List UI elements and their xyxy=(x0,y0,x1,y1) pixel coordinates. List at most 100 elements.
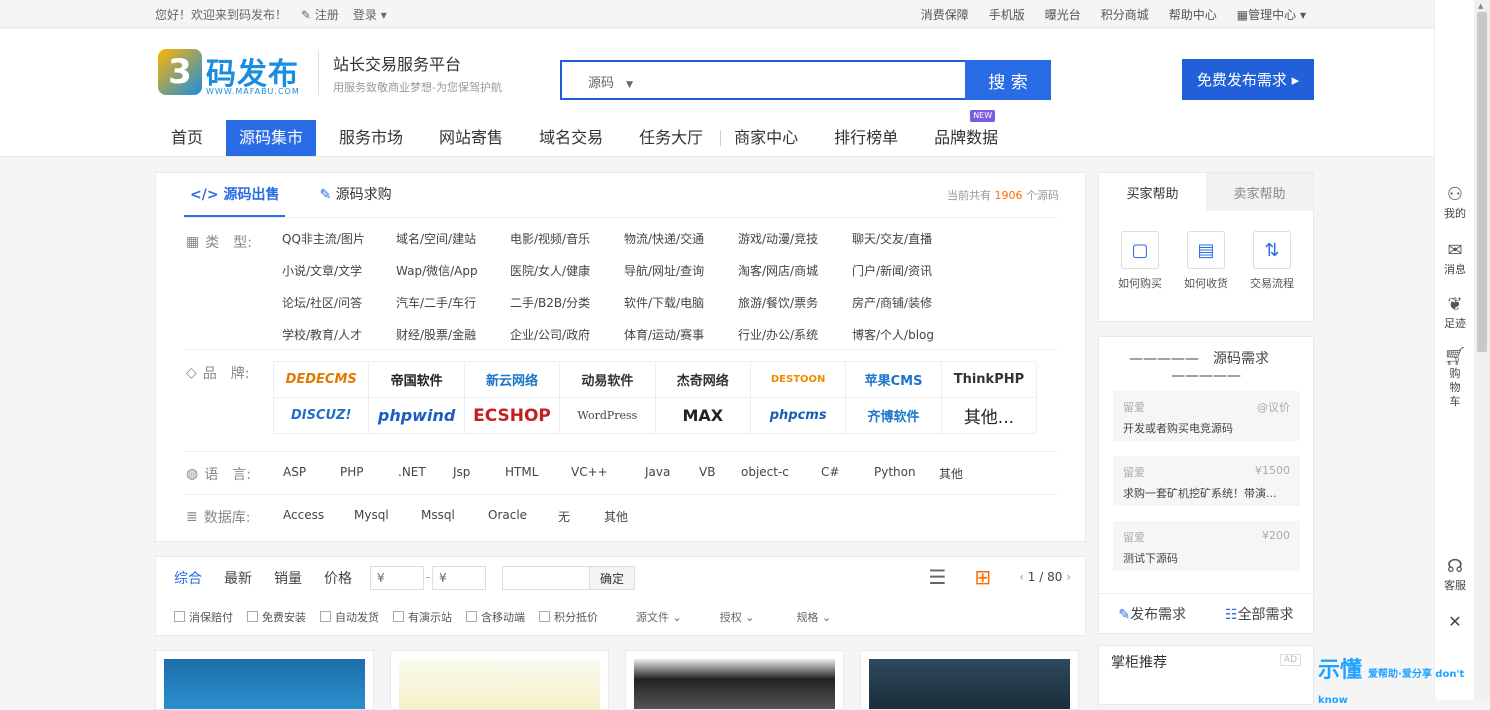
type-option[interactable]: 物流/快递/交通 xyxy=(624,230,738,247)
nav-service-market[interactable]: 服务市场 xyxy=(326,120,416,156)
rail-service[interactable]: ☊ 客服 xyxy=(1435,556,1475,593)
type-option[interactable]: 财经/股票/金融 xyxy=(396,326,510,343)
product-card[interactable] xyxy=(860,650,1079,710)
nav-brand-data[interactable]: 品牌数据 NEW xyxy=(921,110,1011,156)
type-option[interactable]: 游戏/动漫/竞技 xyxy=(738,230,852,247)
type-option[interactable]: 门户/新闻/资讯 xyxy=(852,262,966,279)
type-option[interactable]: 聊天/交友/直播 xyxy=(852,230,966,247)
site-logo[interactable]: 3 码发布 WWW.MAFABU.COM xyxy=(158,49,308,99)
brand-qibo[interactable]: 齐博软件 xyxy=(846,398,942,434)
dropdown-source-file[interactable]: 源文件 ⌄ xyxy=(636,609,682,625)
brand-diguo[interactable]: 帝国软件 xyxy=(369,362,465,398)
type-option[interactable]: 博客/个人/blog xyxy=(852,326,966,343)
topbar-link-mobile[interactable]: 手机版 xyxy=(989,6,1025,23)
lang-option[interactable]: Python xyxy=(874,465,939,482)
topbar-link-guarantee[interactable]: 消费保障 xyxy=(921,6,969,23)
tab-source-sale[interactable]: </> 源码出售 xyxy=(184,173,286,217)
db-option[interactable]: Mysql xyxy=(354,508,421,525)
type-option[interactable]: 学校/教育/人才 xyxy=(282,326,396,343)
nav-domain-trade[interactable]: 域名交易 xyxy=(526,120,616,156)
type-option[interactable]: 电影/视频/音乐 xyxy=(510,230,624,247)
sort-newest[interactable]: 最新 xyxy=(224,568,252,588)
type-option[interactable]: 企业/公司/政府 xyxy=(510,326,624,343)
rail-my[interactable]: ⚇ 我的 xyxy=(1435,184,1475,221)
close-icon[interactable]: ✕ xyxy=(1435,612,1475,631)
nav-home[interactable]: 首页 xyxy=(158,120,216,156)
price-max-input[interactable]: ¥ xyxy=(432,566,486,590)
lang-option[interactable]: HTML xyxy=(505,465,571,482)
type-option[interactable]: 体育/运动/赛事 xyxy=(624,326,738,343)
nav-task-hall[interactable]: 任务大厅 xyxy=(626,120,716,156)
db-option[interactable]: Oracle xyxy=(488,508,558,525)
lang-option[interactable]: VB xyxy=(699,465,741,482)
type-option[interactable]: 论坛/社区/问答 xyxy=(282,294,396,311)
product-thumbnail[interactable] xyxy=(634,659,835,709)
brand-phpwind[interactable]: phpwind xyxy=(369,398,465,434)
type-option[interactable]: 域名/空间/建站 xyxy=(396,230,510,247)
brand-max[interactable]: MAX xyxy=(655,398,751,434)
option-auto-ship[interactable]: 自动发货 xyxy=(320,609,379,625)
type-option[interactable]: 汽车/二手/车行 xyxy=(396,294,510,311)
lang-option[interactable]: Jsp xyxy=(453,465,505,482)
product-thumbnail[interactable] xyxy=(164,659,365,709)
prev-page-icon[interactable]: ‹ xyxy=(1019,570,1024,584)
option-free-install[interactable]: 免费安装 xyxy=(247,609,306,625)
product-thumbnail[interactable] xyxy=(869,659,1070,709)
publish-demand-button[interactable]: 免费发布需求 ▸ xyxy=(1182,59,1314,100)
lang-option[interactable]: 其他 xyxy=(939,465,963,482)
nav-merchant-center[interactable]: 商家中心 xyxy=(721,120,811,156)
search-category-select[interactable]: 源码 ▼ xyxy=(588,72,633,91)
price-confirm-button[interactable]: 确定 xyxy=(589,566,635,590)
brand-dedecms[interactable]: DEDECMS xyxy=(274,362,370,398)
option-points[interactable]: 积分抵价 xyxy=(539,609,598,625)
type-option[interactable]: 淘客/网店/商城 xyxy=(738,262,852,279)
login-link[interactable]: 登录 ▾ xyxy=(353,6,387,23)
publish-demand-link[interactable]: ✎发布需求 xyxy=(1118,604,1186,624)
checkbox[interactable] xyxy=(247,611,258,622)
lang-option[interactable]: VC++ xyxy=(571,465,645,482)
lang-option[interactable]: Java xyxy=(645,465,699,482)
brand-phpcms[interactable]: phpcms xyxy=(750,398,847,434)
list-view-icon[interactable]: ☰ xyxy=(928,565,946,589)
help-trade-flow[interactable]: ⇅ 交易流程 xyxy=(1250,231,1294,291)
demand-item[interactable]: 留爱 ¥1500 求购一套矿机挖矿系统！带演... xyxy=(1113,456,1300,506)
search-button[interactable]: 搜 索 xyxy=(965,60,1051,100)
type-option[interactable]: 房产/商铺/装修 xyxy=(852,294,966,311)
topbar-link-help[interactable]: 帮助中心 xyxy=(1169,6,1217,23)
option-mobile[interactable]: 含移动端 xyxy=(466,609,525,625)
db-option[interactable]: Access xyxy=(283,508,354,525)
type-option[interactable]: 导航/网址/查询 xyxy=(624,262,738,279)
brand-destoon[interactable]: DESTOON xyxy=(750,362,847,398)
product-card[interactable] xyxy=(155,650,374,710)
type-option[interactable]: 医院/女人/健康 xyxy=(510,262,624,279)
product-thumbnail[interactable] xyxy=(399,659,600,709)
brand-pingguo[interactable]: 苹果CMS xyxy=(846,362,942,398)
product-card[interactable] xyxy=(390,650,609,710)
keyword-input[interactable] xyxy=(502,566,590,590)
type-option[interactable]: 小说/文章/文学 xyxy=(282,262,396,279)
topbar-link-points-mall[interactable]: 积分商城 xyxy=(1101,6,1149,23)
tab-source-buy[interactable]: ✎ 源码求购 xyxy=(313,173,397,217)
search-box[interactable]: 源码 ▼ 搜 索 xyxy=(560,60,1051,100)
nav-source-market[interactable]: 源码集市 xyxy=(226,120,317,156)
checkbox[interactable] xyxy=(174,611,185,622)
checkbox[interactable] xyxy=(320,611,331,622)
dropdown-license[interactable]: 授权 ⌄ xyxy=(720,609,755,625)
brand-thinkphp[interactable]: ThinkPHP xyxy=(941,362,1038,398)
type-option[interactable]: Wap/微信/App xyxy=(396,262,510,279)
rail-messages[interactable]: ✉ 消息 xyxy=(1435,240,1475,277)
lang-option[interactable]: PHP xyxy=(340,465,398,482)
lang-option[interactable]: object-c xyxy=(741,465,821,482)
option-demo-site[interactable]: 有演示站 xyxy=(393,609,452,625)
brand-discuz[interactable]: DISCUZ! xyxy=(274,398,370,434)
sort-overall[interactable]: 综合 xyxy=(174,568,202,588)
checkbox[interactable] xyxy=(539,611,550,622)
db-option[interactable]: 无 xyxy=(558,508,604,525)
rail-cart[interactable]: 🛒︎ 购物车 xyxy=(1435,346,1475,409)
lang-option[interactable]: .NET xyxy=(398,465,453,482)
scrollbar-thumb[interactable] xyxy=(1477,12,1487,352)
brand-other[interactable]: 其他... xyxy=(941,398,1038,434)
lang-option[interactable]: ASP xyxy=(283,465,340,482)
tab-seller-help[interactable]: 卖家帮助 xyxy=(1206,173,1313,211)
tab-buyer-help[interactable]: 买家帮助 xyxy=(1099,173,1206,211)
